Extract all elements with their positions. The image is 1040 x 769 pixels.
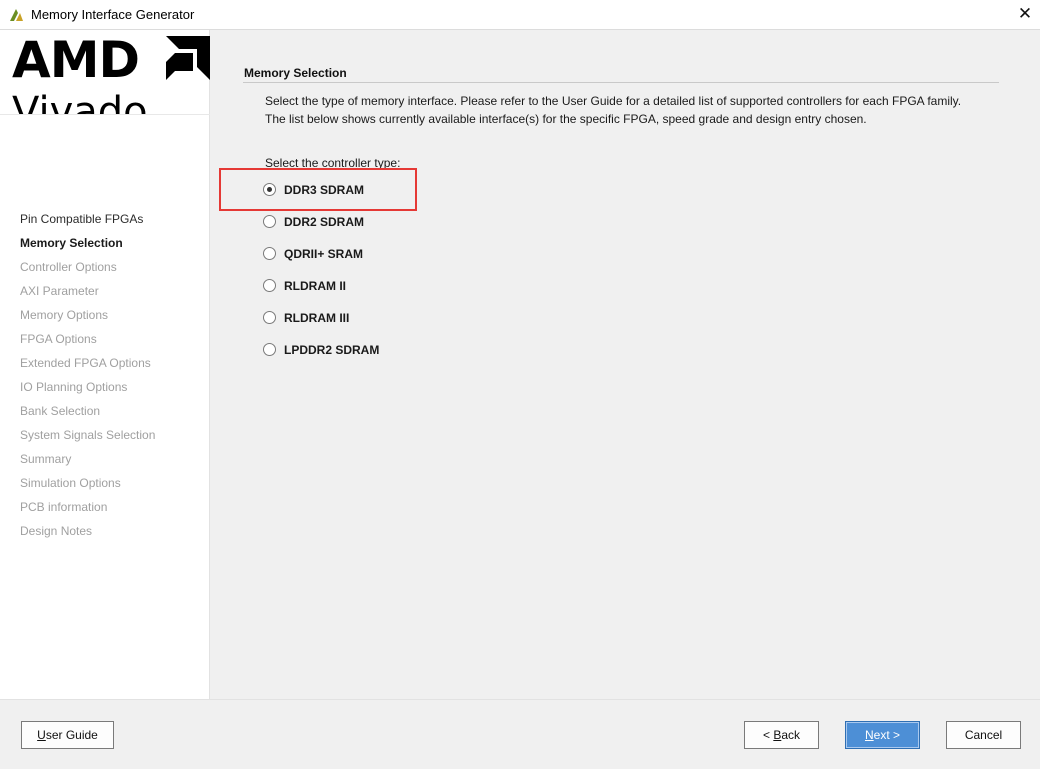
amd-logo-text: AMD: [12, 31, 140, 89]
cancel-button[interactable]: Cancel: [946, 721, 1021, 749]
nav-step-axi-parameter: AXI Parameter: [20, 284, 99, 298]
wizard-footer: User Guide < Back Next > Cancel: [0, 699, 1040, 769]
radio-qdrii-plus-sram[interactable]: [263, 247, 276, 260]
button-label-post: ext >: [873, 728, 901, 742]
description-line-1: Select the type of memory interface. Ple…: [265, 94, 962, 108]
section-divider: [243, 82, 999, 83]
nav-step-controller-options: Controller Options: [20, 260, 117, 274]
back-button[interactable]: < Back: [744, 721, 819, 749]
description-line-2: The list below shows currently available…: [265, 112, 867, 126]
button-label-post: ser Guide: [45, 728, 98, 742]
close-icon: ✕: [1017, 4, 1033, 23]
main-content: Memory Selection Select the type of memo…: [211, 30, 1040, 699]
nav-step-fpga-options: FPGA Options: [20, 332, 97, 346]
amd-arrow-icon: [166, 36, 210, 80]
button-label-pre: <: [762, 728, 774, 742]
mnemonic-key: N: [864, 728, 874, 742]
nav-step-extended-fpga-options: Extended FPGA Options: [20, 356, 151, 370]
section-title: Memory Selection: [244, 66, 347, 80]
option-label[interactable]: QDRII+ SRAM: [284, 247, 363, 261]
nav-step-design-notes: Design Notes: [20, 524, 93, 538]
option-label[interactable]: RLDRAM II: [284, 279, 346, 293]
nav-step-system-signals-selection: System Signals Selection: [20, 428, 156, 442]
radio-lpddr2-sdram[interactable]: [263, 343, 276, 356]
close-button[interactable]: ✕: [1010, 0, 1040, 29]
wizard-steps: Pin Compatible FPGAs Memory Selection Co…: [20, 210, 155, 546]
amd-vivado-logo: AMD Vivado: [0, 30, 210, 115]
vivado-logo-text: Vivado: [12, 89, 148, 115]
radio-rldram-ii[interactable]: [263, 279, 276, 292]
title-bar: Memory Interface Generator ✕: [0, 0, 1040, 30]
option-label[interactable]: LPDDR2 SDRAM: [284, 343, 379, 357]
next-button[interactable]: Next >: [845, 721, 920, 749]
vivado-icon: [10, 9, 23, 21]
nav-step-io-planning-options: IO Planning Options: [20, 380, 128, 394]
nav-step-pcb-information: PCB information: [20, 500, 108, 514]
nav-step-pin-compatible-fpgas[interactable]: Pin Compatible FPGAs: [20, 210, 155, 234]
nav-step-memory-selection[interactable]: Memory Selection: [20, 234, 155, 258]
option-label[interactable]: DDR2 SDRAM: [284, 215, 364, 229]
nav-step-summary: Summary: [20, 452, 72, 466]
user-guide-button[interactable]: User Guide: [21, 721, 114, 749]
option-label[interactable]: RLDRAM III: [284, 311, 349, 325]
wizard-sidebar: AMD Vivado Pin Compatible FPGAs Memory S…: [0, 30, 210, 699]
mnemonic-key: U: [37, 728, 46, 742]
nav-step-bank-selection: Bank Selection: [20, 404, 101, 418]
radio-rldram-iii[interactable]: [263, 311, 276, 324]
window-title: Memory Interface Generator: [31, 7, 195, 22]
nav-step-simulation-options: Simulation Options: [20, 476, 121, 490]
button-label-post: ack: [781, 728, 801, 742]
radio-ddr2-sdram[interactable]: [263, 215, 276, 228]
nav-step-memory-options: Memory Options: [20, 308, 109, 322]
selection-highlight-box: [219, 168, 417, 211]
